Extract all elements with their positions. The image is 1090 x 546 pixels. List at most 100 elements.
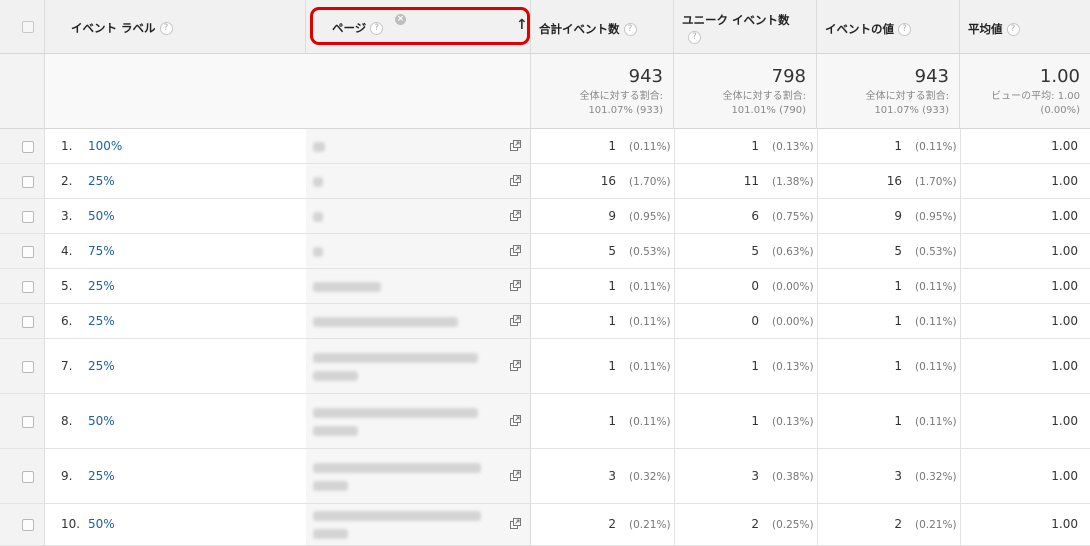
table-row[interactable]: 3. 50% 9 (0.95%) 6 (0.75%) 9 (0.95%) 1.0… xyxy=(0,199,1090,234)
header-avg-value[interactable]: 平均値 ? xyxy=(960,0,1090,54)
summary-unique-events: 798 全体に対する割合: 101.01% (790) xyxy=(674,54,817,129)
summary-value: 943 xyxy=(628,66,663,87)
open-page-icon[interactable] xyxy=(510,414,522,426)
open-page-icon[interactable] xyxy=(510,314,522,326)
event-value-pct: (0.21%) xyxy=(915,519,957,531)
total-events-pct: (0.11%) xyxy=(629,280,671,293)
event-label-link[interactable]: 75% xyxy=(88,244,115,258)
redacted-page-path xyxy=(313,529,348,539)
table-row[interactable]: 4. 75% 5 (0.53%) 5 (0.63%) 5 (0.53%) 1.0… xyxy=(0,234,1090,269)
open-page-icon[interactable] xyxy=(510,518,522,529)
table-row[interactable]: 6. 25% 1 (0.11%) 0 (0.00%) 1 (0.11%) 1.0… xyxy=(0,304,1090,339)
redacted-page-path xyxy=(313,462,481,473)
open-page-icon[interactable] xyxy=(510,359,522,371)
event-label-link[interactable]: 50% xyxy=(88,209,115,223)
redacted-page-path xyxy=(313,425,358,436)
summary-value: 943 xyxy=(914,66,949,87)
help-icon[interactable]: ? xyxy=(1006,23,1020,36)
table-row[interactable]: 8. 50% 1 (0.11%) 1 (0.13%) 1 (0.11%) 1.0… xyxy=(0,394,1090,449)
unique-events-pct: (0.13%) xyxy=(772,415,814,428)
redacted-page-path xyxy=(313,211,323,222)
open-page-icon[interactable] xyxy=(510,174,522,186)
row-select-cell xyxy=(0,234,45,268)
open-page-icon[interactable] xyxy=(510,139,522,151)
unique-events-pct: (0.25%) xyxy=(772,519,814,531)
total-events-pct: (0.21%) xyxy=(629,519,671,531)
event-value-pct: (0.95%) xyxy=(915,210,957,223)
row-checkbox[interactable] xyxy=(22,245,34,258)
header-event-label-text: イベント ラベル xyxy=(71,21,156,35)
table-row[interactable]: 10. 50% 2 (0.21%) 2 (0.25%) 2 (0.21%) 1.… xyxy=(0,504,1090,546)
table-row[interactable]: 9. 25% 3 (0.32%) 3 (0.38%) 3 (0.32%) 1.0… xyxy=(0,449,1090,504)
unique-events-value: 1 xyxy=(751,358,759,373)
row-number: 9. xyxy=(61,468,73,483)
table-row[interactable]: 5. 25% 1 (0.11%) 0 (0.00%) 1 (0.11%) 1.0… xyxy=(0,269,1090,304)
help-icon[interactable]: ? xyxy=(688,31,701,44)
help-icon[interactable]: ? xyxy=(159,22,173,35)
row-checkbox[interactable] xyxy=(22,360,34,373)
event-label-link[interactable]: 25% xyxy=(88,174,115,188)
select-all-checkbox[interactable] xyxy=(22,21,34,33)
redacted-page-path xyxy=(313,407,478,418)
row-number: 10. xyxy=(61,517,81,531)
event-label-link[interactable]: 50% xyxy=(88,517,115,531)
row-select-cell xyxy=(0,269,45,303)
open-page-icon[interactable] xyxy=(510,279,522,291)
summary-event-value: 943 全体に対する割合: 101.07% (933) xyxy=(817,54,960,129)
total-events-value: 5 xyxy=(608,243,616,258)
event-value-pct: (0.11%) xyxy=(915,315,957,328)
page-cell xyxy=(306,164,531,198)
header-event-label[interactable]: イベント ラベル ? xyxy=(45,0,306,54)
header-event-value[interactable]: イベントの値 ? xyxy=(817,0,960,54)
open-page-icon[interactable] xyxy=(510,209,522,221)
page-cell xyxy=(306,129,531,163)
event-label-link[interactable]: 25% xyxy=(88,469,115,483)
row-checkbox[interactable] xyxy=(22,175,34,188)
row-checkbox[interactable] xyxy=(22,280,34,293)
row-checkbox[interactable] xyxy=(22,210,34,223)
event-label-link[interactable]: 25% xyxy=(88,279,115,293)
header-total-events[interactable]: 合計イベント数 ? xyxy=(531,0,674,54)
event-label-link[interactable]: 25% xyxy=(88,359,115,373)
row-checkbox[interactable] xyxy=(22,470,34,483)
table-row[interactable]: 1. 100% 1 (0.11%) 1 (0.13%) 1 (0.11%) 1.… xyxy=(0,129,1090,164)
event-value-value: 3 xyxy=(894,468,902,483)
row-number: 3. xyxy=(61,208,73,223)
header-event-value-text: イベントの値 xyxy=(825,22,894,36)
table-row[interactable]: 2. 25% 16 (1.70%) 11 (1.38%) 16 (1.70%) … xyxy=(0,164,1090,199)
total-events-value: 1 xyxy=(608,358,616,373)
total-events-pct: (0.11%) xyxy=(629,360,671,373)
help-icon[interactable]: ? xyxy=(623,23,637,36)
open-page-icon[interactable] xyxy=(510,244,522,256)
summary-avg-value: 1.00 ビューの平均: 1.00 (0.00%) xyxy=(960,54,1090,129)
event-value-pct: (0.11%) xyxy=(915,280,957,293)
help-icon[interactable]: ? xyxy=(898,23,912,36)
table-row[interactable]: 7. 25% 1 (0.11%) 1 (0.13%) 1 (0.11%) 1.0… xyxy=(0,339,1090,394)
summary-label-cell xyxy=(45,54,531,129)
open-page-icon[interactable] xyxy=(510,469,522,481)
redacted-page-path xyxy=(313,480,348,491)
event-label-link[interactable]: 50% xyxy=(88,414,115,428)
row-checkbox[interactable] xyxy=(22,415,34,428)
avg-value: 1.00 xyxy=(1051,358,1078,373)
row-checkbox[interactable] xyxy=(22,519,34,531)
unique-events-value: 0 xyxy=(751,278,759,293)
row-checkbox[interactable] xyxy=(22,315,34,328)
event-value-pct: (0.11%) xyxy=(915,140,957,153)
row-select-cell xyxy=(0,339,45,393)
row-checkbox[interactable] xyxy=(22,140,34,153)
redacted-page-path xyxy=(313,246,323,257)
page-cell xyxy=(306,199,531,233)
event-value-pct: (0.32%) xyxy=(915,470,957,483)
event-label-link[interactable]: 100% xyxy=(88,139,122,153)
row-number: 5. xyxy=(61,278,73,293)
header-unique-events[interactable]: ユニーク イベント数 ? xyxy=(674,0,817,54)
event-label-link[interactable]: 25% xyxy=(88,314,115,328)
page-cell xyxy=(306,449,531,503)
total-events-pct: (1.70%) xyxy=(629,175,671,188)
event-value-pct: (0.53%) xyxy=(915,245,957,258)
summary-ratio: 全体に対する割合: 101.01% (790) xyxy=(722,91,806,116)
unique-events-pct: (0.13%) xyxy=(772,360,814,373)
summary-ratio: 全体に対する割合: 101.07% (933) xyxy=(579,91,663,116)
row-select-cell xyxy=(0,394,45,448)
